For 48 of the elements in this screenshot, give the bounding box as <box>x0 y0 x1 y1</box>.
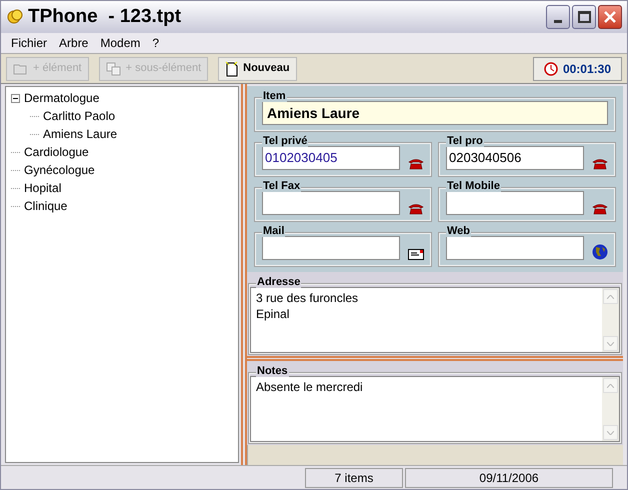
window-title: TPhone - 123.tpt <box>28 4 182 29</box>
envelope-icon[interactable] <box>408 249 424 260</box>
input-field[interactable] <box>262 191 400 215</box>
input-field[interactable]: 0102030405 <box>262 146 400 170</box>
toolbar-button[interactable]: Nouveau <box>218 56 297 80</box>
group-label: Tel Mobile <box>446 181 501 192</box>
input-field[interactable] <box>446 236 584 260</box>
group-label: Mail <box>262 226 286 237</box>
menu-item[interactable]: Fichier <box>5 34 54 52</box>
folder-icon <box>13 62 29 74</box>
maximize-button[interactable] <box>572 5 596 29</box>
group-label: Tel pro <box>446 136 484 147</box>
tree-item[interactable]: Gynécologue <box>23 161 96 179</box>
telephone-icon[interactable] <box>408 158 424 170</box>
menu-item[interactable]: Arbre <box>53 34 94 52</box>
status-date: 09/11/2006 <box>405 468 613 488</box>
group-label: Tel Fax <box>262 181 302 192</box>
new-page-icon <box>225 60 240 76</box>
telephone-icon[interactable] <box>592 158 608 170</box>
menu-item[interactable]: Modem <box>94 34 146 52</box>
timer: 00:01:30 <box>532 56 622 80</box>
tree-item[interactable]: Dermatologue <box>23 89 100 107</box>
group-label: Adresse <box>256 277 302 288</box>
tree-item[interactable]: Carlitto Paolo <box>42 107 116 125</box>
coins-icon <box>6 8 24 26</box>
status-count: 7 items <box>305 468 403 488</box>
tree-item[interactable]: Cardiologue <box>23 143 90 161</box>
globe-icon[interactable] <box>592 244 608 260</box>
telephone-icon[interactable] <box>592 203 608 215</box>
tree-item[interactable]: Clinique <box>23 197 68 215</box>
tree-item[interactable]: Amiens Laure <box>42 125 118 143</box>
pages-icon <box>106 62 122 76</box>
menu-item[interactable]: ? <box>146 34 166 52</box>
clock-icon <box>544 62 558 76</box>
telephone-icon[interactable] <box>408 203 424 215</box>
collapse-toggle[interactable] <box>11 94 20 102</box>
input-field[interactable]: 0203040506 <box>446 146 584 170</box>
group-label: Web <box>446 226 472 237</box>
group-label: Tel privé <box>262 136 308 147</box>
group-label: Item <box>262 91 287 102</box>
minimize-button[interactable] <box>546 5 570 29</box>
input-field[interactable] <box>262 236 400 260</box>
group-label: Notes <box>256 366 289 377</box>
tree-item[interactable]: Hopital <box>23 179 62 197</box>
item-field[interactable]: Amiens Laure <box>262 101 608 125</box>
close-button[interactable] <box>598 5 622 29</box>
input-field[interactable] <box>446 191 584 215</box>
close-icon <box>604 11 616 23</box>
